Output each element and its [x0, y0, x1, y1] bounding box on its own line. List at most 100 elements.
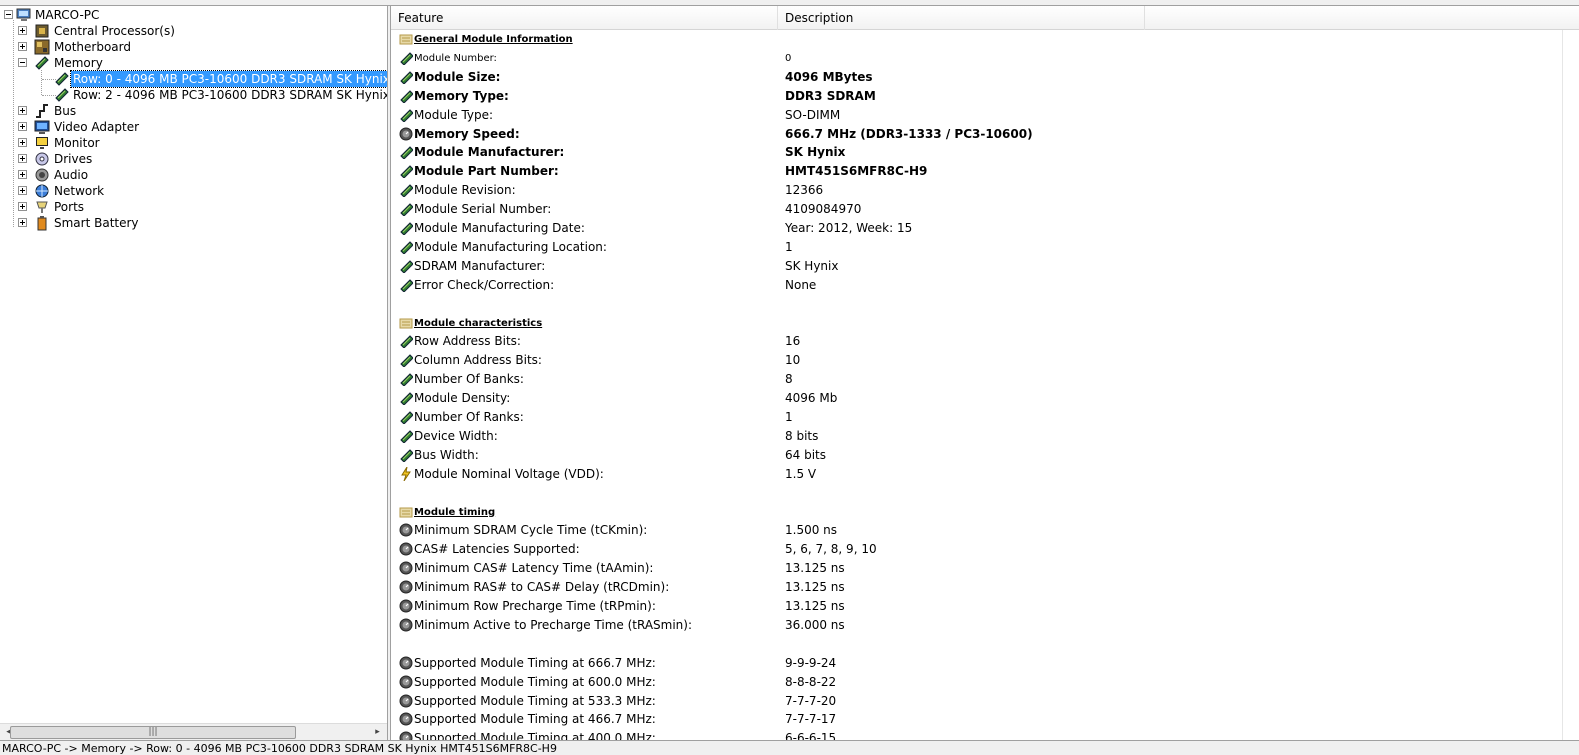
hardware-tree[interactable]: MARCO-PC Central Processor(s) Motherboar… — [0, 6, 387, 740]
section-header-row[interactable]: General Module Information — [391, 30, 1561, 49]
expand-icon[interactable] — [18, 186, 27, 195]
feature-label: Supported Module Timing at 666.7 MHz: — [414, 655, 656, 670]
detail-row[interactable]: Module Manufacturing Date: Year: 2012, We… — [391, 219, 1561, 238]
detail-row[interactable]: Supported Module Timing at 600.0 MHz: 8-8… — [391, 673, 1561, 692]
clock-icon — [399, 580, 413, 594]
detail-row[interactable]: Memory Speed: 666.7 MHz (DDR3-1333 / PC3-… — [391, 125, 1561, 144]
tree-connector — [13, 20, 14, 227]
detail-row[interactable]: Supported Module Timing at 466.7 MHz: 7-7… — [391, 710, 1561, 729]
clock-icon — [399, 694, 413, 707]
ports-icon — [36, 201, 48, 213]
detail-row[interactable]: Module Type: SO-DIMM — [391, 106, 1561, 125]
detail-row[interactable]: SDRAM Manufacturer: SK Hynix — [391, 257, 1561, 276]
clock-icon — [399, 599, 413, 613]
detail-row[interactable]: Minimum SDRAM Cycle Time (tCKmin): 1.500 … — [391, 521, 1561, 540]
detail-row[interactable]: Supported Module Timing at 533.3 MHz: 7-7… — [391, 692, 1561, 711]
description-value: DDR3 SDRAM — [785, 88, 876, 103]
expand-icon[interactable] — [18, 42, 27, 51]
feature-label: Minimum Active to Precharge Time (tRASmi… — [414, 617, 692, 632]
detail-row[interactable]: Column Address Bits: 10 — [391, 351, 1561, 370]
tree-item-label: Smart Battery — [54, 216, 139, 230]
memory-module-icon — [400, 184, 413, 198]
tree-item-label: Ports — [54, 200, 85, 214]
detail-row[interactable]: Error Check/Correction: None — [391, 276, 1561, 295]
detail-row[interactable]: Minimum CAS# Latency Time (tAAmin): 13.12… — [391, 559, 1561, 578]
memory-module-icon — [400, 146, 413, 160]
detail-row[interactable]: Module Revision: 12366 — [391, 181, 1561, 200]
detail-row[interactable]: Module Density: 4096 Mb — [391, 389, 1561, 408]
description-value: 13.125 ns — [785, 580, 845, 595]
detail-row[interactable]: Minimum RAS# to CAS# Delay (tRCDmin): 13.… — [391, 578, 1561, 597]
tree-horizontal-scrollbar[interactable]: ◂ ||| ▸ — [0, 723, 387, 740]
detail-row[interactable]: Bus Width: 64 bits — [391, 446, 1561, 465]
detail-row[interactable]: Module Manufacturing Location: 1 — [391, 238, 1561, 257]
expand-icon[interactable] — [18, 218, 27, 227]
feature-label: General Module Information — [414, 34, 573, 45]
detail-row[interactable]: Module Nominal Voltage (VDD): 1.5 V — [391, 465, 1561, 484]
tree-item-label: Audio — [54, 168, 89, 182]
expand-icon[interactable] — [18, 202, 27, 211]
memory-module-icon — [400, 203, 413, 217]
clock-icon — [399, 712, 413, 726]
detail-row[interactable]: Row Address Bits: 16 — [391, 332, 1561, 351]
status-bar: MARCO-PC -> Memory -> Row: 0 - 4096 MB P… — [0, 740, 1579, 755]
feature-label: Module characteristics — [414, 317, 543, 329]
collapse-icon[interactable] — [18, 58, 27, 67]
description-value: 1 — [785, 239, 793, 254]
memory-module-icon — [400, 52, 413, 65]
description-value: 666.7 MHz (DDR3-1333 / PC3-10600) — [785, 126, 1033, 141]
expand-icon[interactable] — [18, 26, 27, 35]
detail-row[interactable]: Memory Type: DDR3 SDRAM — [391, 87, 1561, 106]
feature-label: Module Density: — [414, 391, 511, 406]
feature-label: Number Of Ranks: — [414, 410, 524, 424]
scrollbar-thumb[interactable]: ||| — [10, 726, 296, 739]
expand-icon[interactable] — [18, 106, 27, 115]
feature-label: Supported Module Timing at 400.0 MHz: — [414, 731, 656, 740]
memory-module-icon — [400, 222, 413, 235]
tree-connector — [41, 70, 42, 95]
detail-row[interactable]: Module Manufacturer: SK Hynix — [391, 143, 1561, 162]
description-value: SK Hynix — [785, 258, 839, 273]
memory-module-icon — [400, 71, 413, 84]
feature-label: Column Address Bits: — [414, 353, 542, 368]
detail-row[interactable]: CAS# Latencies Supported: 5, 6, 7, 8, 9, … — [391, 540, 1561, 559]
scroll-right-arrow-icon[interactable]: ▸ — [369, 724, 386, 741]
expand-icon[interactable] — [18, 122, 27, 131]
spacer-row — [391, 295, 1561, 314]
section-header-row[interactable]: Module characteristics — [391, 314, 1561, 333]
expand-icon[interactable] — [18, 154, 27, 163]
detail-row[interactable]: Minimum Active to Precharge Time (tRASmi… — [391, 616, 1561, 635]
description-value: 13.125 ns — [785, 561, 845, 576]
section-header-row[interactable]: Module timing — [391, 503, 1561, 522]
expand-icon[interactable] — [18, 170, 27, 179]
collapse-icon[interactable] — [4, 10, 13, 19]
detail-row[interactable]: Supported Module Timing at 400.0 MHz: 6-6… — [391, 729, 1561, 740]
detail-row[interactable]: Number Of Banks: 8 — [391, 370, 1561, 389]
detail-row[interactable]: Device Width: 8 bits — [391, 427, 1561, 446]
description-value: 1 — [785, 410, 793, 424]
feature-label: Row Address Bits: — [414, 334, 521, 349]
expand-icon[interactable] — [18, 138, 27, 147]
detail-row[interactable]: Supported Module Timing at 666.7 MHz: 9-9… — [391, 654, 1561, 673]
spacer-row — [391, 484, 1561, 503]
detail-row[interactable]: Module Number: 0 — [391, 49, 1561, 68]
detail-row[interactable]: Module Size: 4096 MBytes — [391, 68, 1561, 87]
detail-row[interactable]: Minimum Row Precharge Time (tRPmin): 13.1… — [391, 597, 1561, 616]
description-value: 1.5 V — [785, 466, 817, 481]
feature-label: CAS# Latencies Supported: — [414, 542, 580, 557]
column-header-description[interactable]: Description — [778, 6, 1145, 30]
description-value: 8 bits — [785, 428, 819, 443]
clock-icon — [399, 561, 413, 575]
detail-row[interactable]: Module Part Number: HMT451S6MFR8C-H9 — [391, 162, 1561, 181]
memory-module-icon — [400, 108, 413, 122]
description-value: 10 — [785, 353, 801, 368]
detail-row[interactable]: Module Serial Number: 4109084970 — [391, 200, 1561, 219]
column-header-feature[interactable]: Feature — [391, 6, 778, 30]
list-header: Feature Description — [391, 6, 1579, 30]
section-icon — [399, 34, 413, 45]
detail-row[interactable]: Number Of Ranks: 1 — [391, 408, 1561, 427]
tree-item-label: Row: 0 - 4096 MB PC3-10600 DDR3 SDRAM SK… — [69, 70, 387, 88]
clock-icon — [399, 656, 413, 670]
memory-module-icon — [400, 278, 413, 292]
computer-icon — [16, 8, 31, 21]
